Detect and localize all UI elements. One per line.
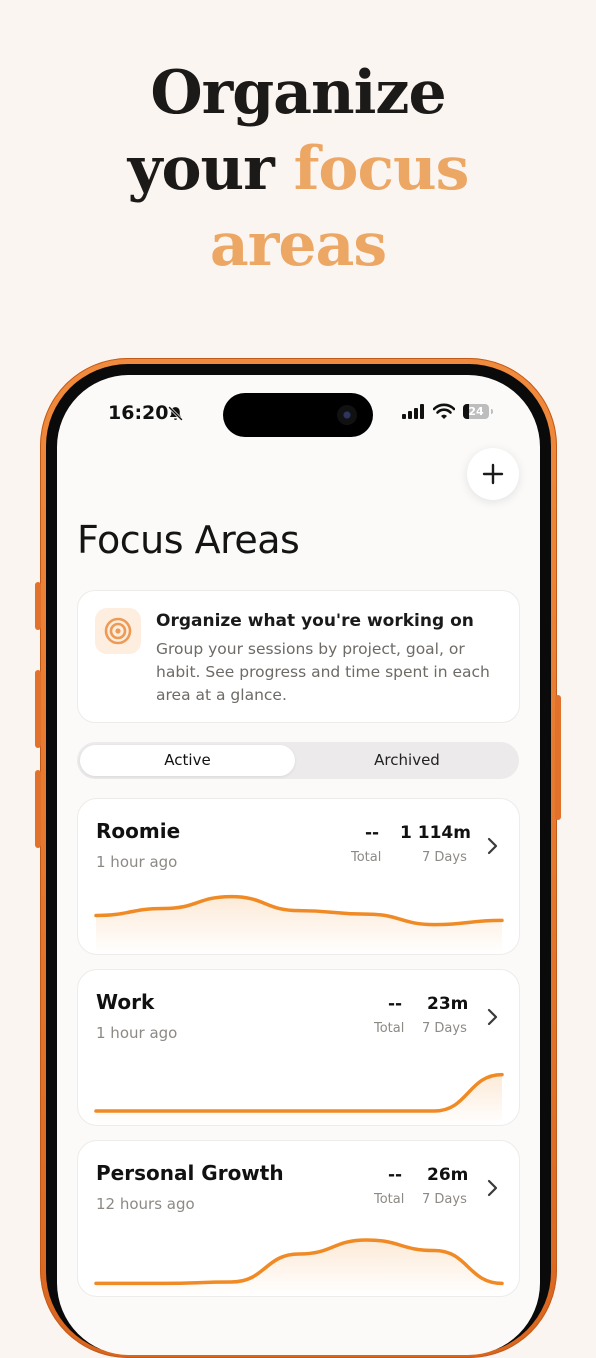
info-title: Organize what you're working on [156,611,474,631]
battery-percent: 24 [468,405,484,418]
sparkline-area [96,1074,502,1125]
tab-switcher: Active Archived [77,742,519,779]
sparkline-area [96,1240,502,1296]
week-value: 26m [427,1165,469,1185]
week-label: 7 Days [422,1192,467,1207]
headline-line-1: Organize [150,58,446,128]
page-title: Focus Areas [77,518,300,562]
total-label: Total [374,1192,405,1207]
chevron-right-icon [487,1179,498,1197]
chevron-right-icon [487,1008,498,1026]
week-value: 1 114m [400,823,471,843]
battery-icon: 24 [463,404,489,419]
total-value: -- [388,1165,403,1185]
total-value: -- [388,994,403,1014]
focus-area-name: Work [96,990,155,1014]
bell-slash-icon [168,406,183,421]
tab-archived[interactable]: Archived [298,745,516,776]
phone-side-button [555,695,561,820]
battery-tip [491,409,493,414]
info-card: Organize what you're working on Group yo… [77,590,520,723]
focus-area-card[interactable]: Personal Growth 12 hours ago -- Total 26… [77,1140,520,1297]
add-focus-area-button[interactable] [467,448,519,500]
tab-active[interactable]: Active [80,745,295,776]
marketing-headline: Organize your focus areas [0,55,596,283]
focus-area-name: Personal Growth [96,1161,284,1185]
phone-side-button [35,670,41,748]
dynamic-island [223,393,373,437]
status-time: 16:20 [108,402,169,424]
headline-accent-word: focus [293,134,470,204]
week-label: 7 Days [422,850,467,865]
total-value: -- [365,823,380,843]
trend-sparkline [94,894,504,954]
focus-area-card[interactable]: Roomie 1 hour ago -- Total 1 114m 7 Days [77,798,520,955]
headline-plain-word: your [127,134,275,204]
focus-area-card[interactable]: Work 1 hour ago -- Total 23m 7 Days [77,969,520,1126]
camera-icon [337,405,357,425]
sparkline-line [94,1072,504,1113]
wifi-icon [433,403,455,419]
week-label: 7 Days [422,1021,467,1036]
target-icon [104,617,132,645]
trend-sparkline [94,1238,504,1296]
headline-line-2: your focus [0,131,596,207]
info-body: Group your sessions by project, goal, or… [156,640,490,704]
info-icon-badge [95,608,141,654]
total-label: Total [374,1021,405,1036]
phone-side-button [35,582,41,630]
phone-screen: 16:20 24 Focus Areas Organize what you'r… [57,375,540,1355]
focus-area-name: Roomie [96,819,181,843]
plus-icon [482,463,504,485]
headline-line-3: areas [209,210,387,280]
week-value: 23m [427,994,469,1014]
chevron-right-icon [487,837,498,855]
phone-side-button [35,770,41,848]
signal-icon [402,404,424,419]
total-label: Total [351,850,382,865]
trend-sparkline [94,1072,504,1125]
